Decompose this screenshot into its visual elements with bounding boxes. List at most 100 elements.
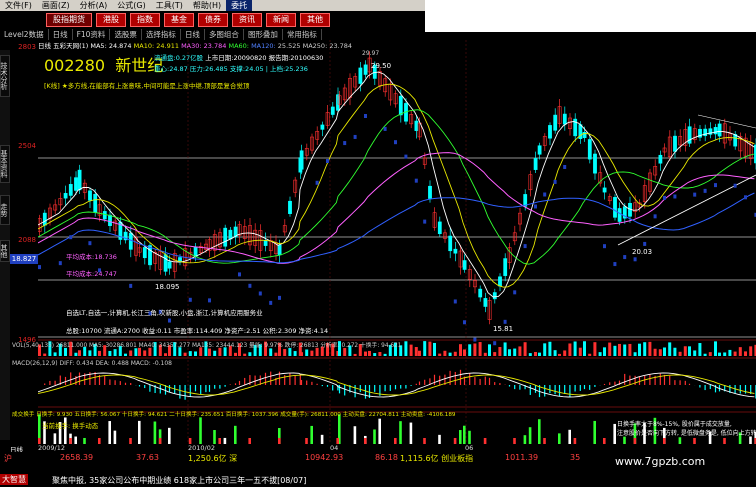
tab-bonds[interactable]: 债券 (198, 12, 228, 27)
candle-body (77, 169, 82, 191)
volume-bar (53, 352, 57, 356)
candle-body (593, 153, 597, 174)
period-button[interactable]: 日线 (181, 29, 205, 40)
volume-bar (578, 347, 582, 356)
tab-funds[interactable]: 基金 (164, 12, 194, 27)
select-stock-button[interactable]: 选股票 (110, 29, 142, 40)
price-tick: 2088 (18, 236, 36, 244)
high2-label: 29.97 (362, 50, 380, 57)
date-label: 2009/12 (38, 444, 66, 452)
level2-data-button[interactable]: Level2数据 (0, 29, 49, 40)
overlay-button[interactable]: 图形叠加 (244, 29, 283, 40)
cost-dot (69, 235, 73, 240)
tab-futures[interactable]: 股指期货 (46, 12, 92, 27)
volume-bar (593, 342, 597, 356)
menu-file[interactable]: 文件(F) (0, 0, 37, 11)
volume-bar (468, 344, 472, 356)
window-blank-area (425, 0, 756, 32)
tab-index[interactable]: 指数 (130, 12, 160, 27)
menu-tools[interactable]: 工具(T) (151, 0, 188, 11)
cost-dot (238, 272, 241, 277)
volume-bar (129, 350, 133, 356)
candle-body (478, 288, 483, 298)
candle-body (483, 298, 488, 307)
volume-bar (473, 343, 477, 356)
menu-view[interactable]: 画面(Z) (37, 0, 75, 11)
tab-news[interactable]: 新闻 (266, 12, 296, 27)
volume-bar (523, 342, 527, 356)
volume-bar (648, 341, 652, 356)
cost-dot (208, 298, 211, 303)
cost-dot (633, 257, 637, 262)
menu-analysis[interactable]: 分析(A) (75, 0, 113, 11)
sidebar-tab-fundamentals[interactable]: 基本资料 (0, 145, 10, 183)
cost-dot (643, 241, 647, 246)
gem-index: 1011.39 (505, 453, 539, 462)
tab-hk-stocks[interactable]: 港股 (96, 12, 126, 27)
common-indicator-button[interactable]: 常用指标 (283, 29, 322, 40)
volume-bar (548, 341, 552, 356)
cost-dot (278, 295, 281, 300)
menu-trade[interactable]: 委托 (226, 0, 253, 11)
right-note-1: 日换手率大于8%-15%, 股价属于成交放量, (617, 421, 732, 428)
turnover-bar (199, 417, 202, 444)
f10-button[interactable]: F10资料 (73, 29, 111, 40)
candle-body (108, 214, 112, 226)
cost-dot (248, 283, 252, 288)
volume-bar (218, 347, 222, 356)
cost-dot (663, 195, 666, 200)
menu-help[interactable]: 帮助(H) (188, 0, 226, 11)
volume-bar (543, 343, 547, 356)
candle-body (713, 127, 718, 135)
volume-bar (478, 342, 482, 356)
daily-period-button[interactable]: 日线 (49, 29, 73, 40)
news-ticker[interactable]: 聚焦中报, 35家公司公布中期业绩 618家上市公司三年一五不拔[08/07] (52, 475, 306, 486)
volume-bar (274, 352, 278, 356)
gem-change: 35 (570, 453, 581, 462)
cost-dot (493, 341, 497, 346)
candle-body (498, 276, 502, 287)
candle-body (363, 64, 368, 75)
moving-average-line (38, 109, 755, 265)
candle-body (548, 125, 552, 139)
multi-chart-button[interactable]: 多图组合 (205, 29, 244, 40)
volume-bar (688, 346, 691, 356)
select-indicator-button[interactable]: 选择指标 (142, 29, 181, 40)
candle-body (148, 245, 152, 266)
volume-bar (364, 351, 367, 356)
tab-info[interactable]: 资讯 (232, 12, 262, 27)
turnover-bar (623, 436, 626, 444)
volume-bar (608, 342, 612, 356)
sidebar-tab-trend[interactable]: 走势 (0, 195, 10, 225)
volume-bar (234, 352, 237, 356)
menu-formula[interactable]: 公式(G) (112, 0, 150, 11)
menu-bar: 文件(F) 画面(Z) 分析(A) 公式(G) 工具(T) 帮助(H) 委托 (0, 0, 425, 11)
volume-bar (453, 351, 457, 356)
volume-bar (513, 348, 517, 356)
volume-bar (573, 341, 577, 356)
cost-dot (129, 283, 133, 288)
turnover-bar (74, 436, 77, 444)
diff-line (38, 372, 755, 398)
volume-bar (433, 342, 436, 356)
volume-bar (409, 344, 413, 356)
turnover-bar (138, 420, 141, 444)
volume-bar (749, 346, 753, 356)
candle-body (562, 113, 567, 125)
turnover-bar (153, 421, 157, 444)
brand-badge[interactable]: 大智慧 (0, 474, 28, 485)
volume-bar (633, 352, 637, 356)
tab-other[interactable]: 其他 (300, 12, 330, 27)
sidebar-tab-other[interactable]: 其他 (0, 240, 10, 262)
turnover-bar (459, 430, 462, 444)
candle-body (320, 124, 325, 130)
volume-bar (283, 349, 287, 356)
sidebar-tab-analysis[interactable]: 技术分析 (0, 55, 10, 97)
volume-bar (483, 352, 487, 356)
turnover-bar (538, 419, 541, 444)
turnover-bar (438, 434, 441, 444)
volume-bar (738, 347, 742, 356)
low3-label: 20.03 (632, 248, 653, 256)
current-price-marker: 18.827 (10, 254, 38, 264)
date-label: 2010/02 (188, 444, 216, 452)
